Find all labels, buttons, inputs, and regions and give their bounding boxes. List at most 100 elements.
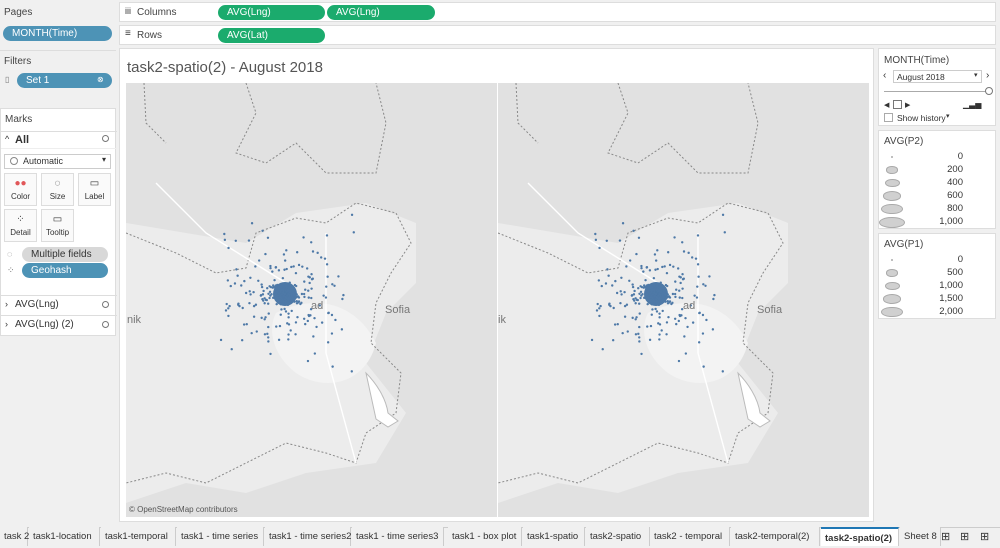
geohash-point[interactable]: [285, 249, 288, 252]
geohash-point[interactable]: [284, 310, 288, 313]
geohash-point[interactable]: [645, 284, 649, 287]
geohash-point[interactable]: [598, 307, 601, 310]
geohash-point[interactable]: [265, 298, 268, 302]
geohash-point[interactable]: [290, 294, 293, 298]
geohash-pill[interactable]: Geohash: [22, 263, 108, 278]
geohash-point[interactable]: [668, 300, 672, 303]
geohash-point[interactable]: [325, 263, 329, 266]
geohash-point[interactable]: [659, 290, 663, 294]
geohash-point[interactable]: [623, 315, 627, 318]
geohash-point[interactable]: [712, 297, 715, 301]
geohash-point[interactable]: [596, 302, 599, 306]
geohash-point[interactable]: [678, 275, 681, 278]
geohash-point[interactable]: [661, 309, 664, 313]
geohash-point[interactable]: [634, 302, 637, 305]
geohash-point[interactable]: [657, 322, 660, 325]
geohash-point[interactable]: [271, 270, 274, 273]
geohash-point[interactable]: [304, 322, 307, 326]
geohash-point[interactable]: [257, 279, 260, 283]
geohash-point[interactable]: [638, 292, 641, 296]
sheet-tab[interactable]: task1 - time series2: [265, 527, 351, 546]
geohash-point[interactable]: [646, 290, 650, 293]
geohash-point[interactable]: [259, 294, 263, 297]
columns-pill-2[interactable]: AVG(Lng): [327, 5, 435, 20]
geohash-point[interactable]: [656, 267, 659, 271]
geohash-point[interactable]: [690, 256, 694, 259]
geohash-point[interactable]: [288, 281, 291, 284]
geohash-point[interactable]: [666, 251, 670, 254]
geohash-point[interactable]: [639, 290, 643, 294]
geohash-point[interactable]: [619, 301, 622, 305]
geohash-point[interactable]: [287, 293, 291, 296]
geohash-point[interactable]: [665, 333, 668, 336]
mark-type-select[interactable]: Automatic ▾: [4, 154, 111, 169]
map-canvas[interactable]: [126, 83, 869, 517]
geohash-point[interactable]: [283, 292, 287, 296]
geohash-point[interactable]: [224, 309, 228, 312]
geohash-point[interactable]: [621, 222, 625, 225]
geohash-point[interactable]: [228, 304, 231, 308]
rows-pill-1[interactable]: AVG(Lat): [218, 28, 325, 43]
geohash-point[interactable]: [649, 324, 653, 328]
geohash-point[interactable]: [227, 314, 230, 318]
sheet-tab[interactable]: task1 - time series3: [352, 527, 444, 546]
geohash-point[interactable]: [701, 332, 705, 335]
geohash-point[interactable]: [661, 294, 664, 298]
geohash-point[interactable]: [254, 265, 257, 268]
geohash-point[interactable]: [678, 289, 681, 292]
geohash-point[interactable]: [324, 296, 328, 299]
geohash-point[interactable]: [654, 268, 657, 271]
geohash-point[interactable]: [227, 307, 230, 310]
geohash-point[interactable]: [280, 308, 283, 311]
geohash-point[interactable]: [611, 284, 614, 287]
geohash-point[interactable]: [281, 276, 285, 280]
geohash-point[interactable]: [684, 352, 688, 355]
geohash-point[interactable]: [698, 311, 701, 315]
detail-button[interactable]: ⁘ Detail: [4, 209, 37, 242]
geohash-point[interactable]: [252, 290, 255, 294]
geohash-point[interactable]: [310, 273, 313, 276]
geohash-point[interactable]: [330, 313, 334, 317]
geohash-point[interactable]: [694, 257, 698, 260]
geohash-point[interactable]: [633, 289, 636, 293]
geohash-point[interactable]: [285, 267, 288, 271]
geohash-point[interactable]: [302, 236, 305, 239]
geohash-point[interactable]: [238, 304, 241, 308]
geohash-point[interactable]: [637, 286, 640, 290]
geohash-point[interactable]: [283, 297, 287, 301]
geohash-point[interactable]: [263, 318, 266, 321]
geohash-point[interactable]: [292, 265, 295, 268]
sheet-tab[interactable]: task2-spatio(2): [821, 527, 899, 546]
geohash-point[interactable]: [658, 299, 661, 302]
geohash-point[interactable]: [623, 290, 626, 294]
geohash-point[interactable]: [319, 256, 323, 259]
geohash-point[interactable]: [638, 336, 641, 339]
geohash-point[interactable]: [618, 239, 622, 242]
geohash-point[interactable]: [597, 279, 601, 282]
geohash-point[interactable]: [331, 365, 334, 368]
checkbox-icon[interactable]: [884, 113, 893, 122]
geohash-point[interactable]: [697, 341, 701, 344]
geohash-point[interactable]: [284, 288, 287, 292]
geohash-point[interactable]: [337, 275, 340, 278]
geohash-point[interactable]: [652, 302, 656, 305]
geohash-point[interactable]: [653, 253, 657, 256]
geohash-point[interactable]: [279, 303, 283, 306]
geohash-point[interactable]: [657, 303, 661, 307]
geohash-point[interactable]: [646, 302, 649, 306]
geohash-point[interactable]: [278, 296, 282, 299]
new-dashboard-icon[interactable]: ⊞: [960, 530, 969, 543]
geohash-point[interactable]: [638, 312, 641, 315]
geohash-point[interactable]: [261, 293, 265, 296]
prev-icon[interactable]: ‹: [883, 70, 886, 81]
geohash-point[interactable]: [308, 281, 311, 285]
geohash-point[interactable]: [294, 333, 297, 336]
geohash-point[interactable]: [283, 307, 286, 311]
geohash-point[interactable]: [341, 297, 344, 301]
geohash-point[interactable]: [330, 332, 334, 335]
geohash-point[interactable]: [650, 283, 653, 286]
geohash-point[interactable]: [243, 279, 246, 283]
sheet-tab[interactable]: task1-temporal: [101, 527, 176, 546]
geohash-point[interactable]: [619, 290, 622, 293]
multiple-fields-pill[interactable]: Multiple fields: [22, 247, 108, 262]
